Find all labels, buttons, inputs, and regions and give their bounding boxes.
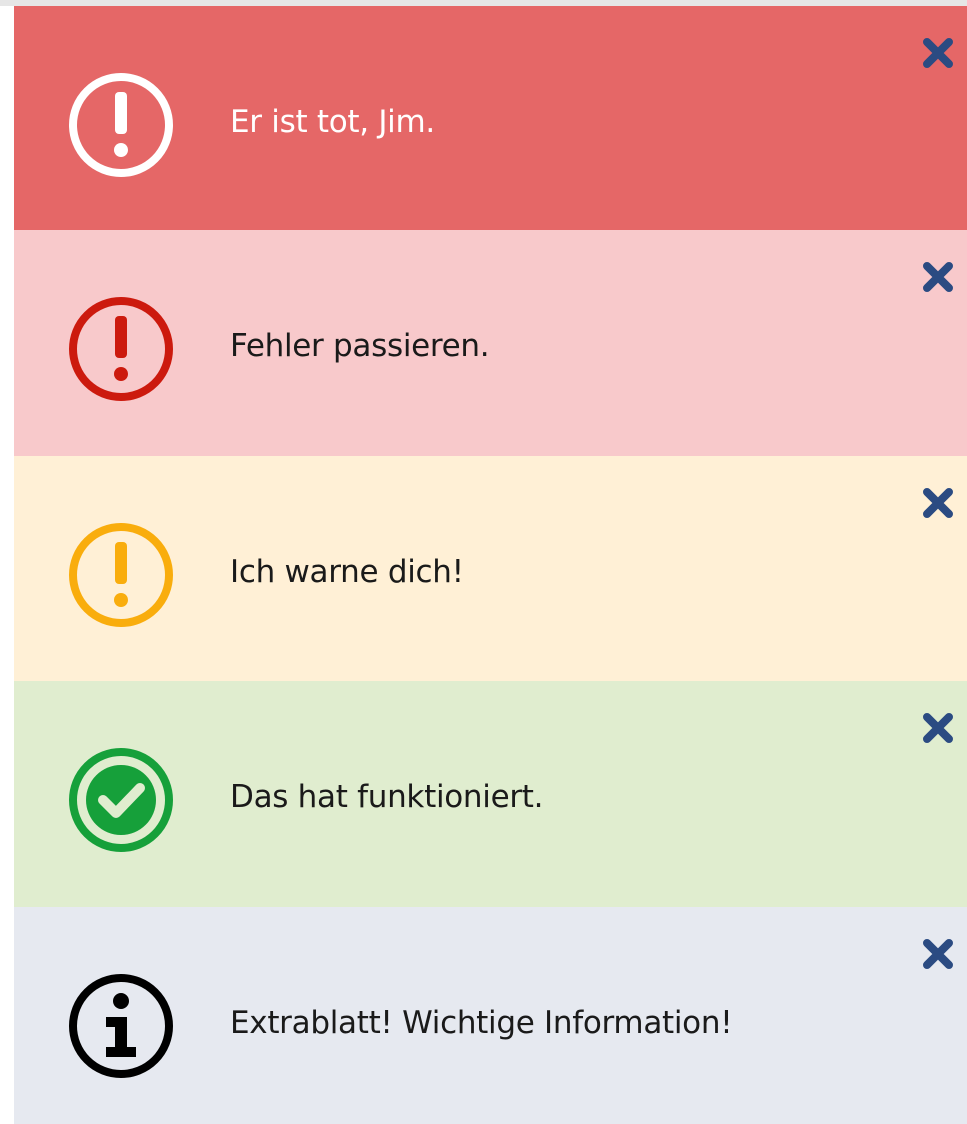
close-icon <box>919 258 957 296</box>
exclamation-circle-icon <box>66 294 176 404</box>
alert-message: Extrablatt! Wichtige Information! <box>230 1005 733 1041</box>
close-icon <box>919 484 957 522</box>
alert-critical: Er ist tot, Jim. <box>14 6 967 230</box>
check-circle-icon <box>66 745 176 855</box>
alert-message: Er ist tot, Jim. <box>230 104 435 140</box>
page: Er ist tot, Jim. Fehler passieren. Ich w… <box>0 0 967 1124</box>
close-icon <box>919 709 957 747</box>
close-button[interactable] <box>919 709 957 747</box>
exclamation-circle-icon <box>66 520 176 630</box>
alert-success: Das hat funktioniert. <box>14 681 967 907</box>
close-button[interactable] <box>919 34 957 72</box>
alert-warning: Ich warne dich! <box>14 456 967 681</box>
exclamation-circle-icon <box>66 70 176 180</box>
alert-list: Er ist tot, Jim. Fehler passieren. Ich w… <box>14 6 967 1124</box>
alert-info: Extrablatt! Wichtige Information! <box>14 907 967 1124</box>
close-button[interactable] <box>919 935 957 973</box>
close-button[interactable] <box>919 258 957 296</box>
alert-message: Fehler passieren. <box>230 328 490 364</box>
close-button[interactable] <box>919 484 957 522</box>
info-circle-icon <box>66 971 176 1081</box>
alert-message: Ich warne dich! <box>230 554 464 590</box>
close-icon <box>919 34 957 72</box>
alert-error: Fehler passieren. <box>14 230 967 456</box>
close-icon <box>919 935 957 973</box>
alert-message: Das hat funktioniert. <box>230 779 544 815</box>
